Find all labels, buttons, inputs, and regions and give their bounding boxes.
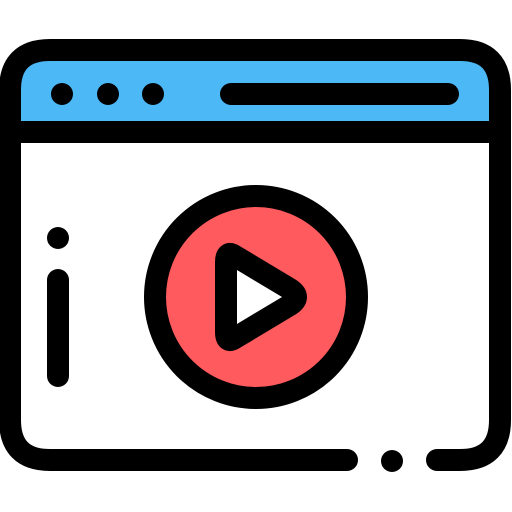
video-player-window-icon bbox=[0, 0, 512, 512]
icon-canvas bbox=[0, 39, 511, 472]
window-dot-3 bbox=[142, 83, 164, 105]
window-dot-1 bbox=[51, 83, 73, 105]
bottom-edge-dot bbox=[381, 450, 403, 472]
window-dot-2 bbox=[97, 83, 119, 105]
side-dot bbox=[47, 227, 69, 249]
